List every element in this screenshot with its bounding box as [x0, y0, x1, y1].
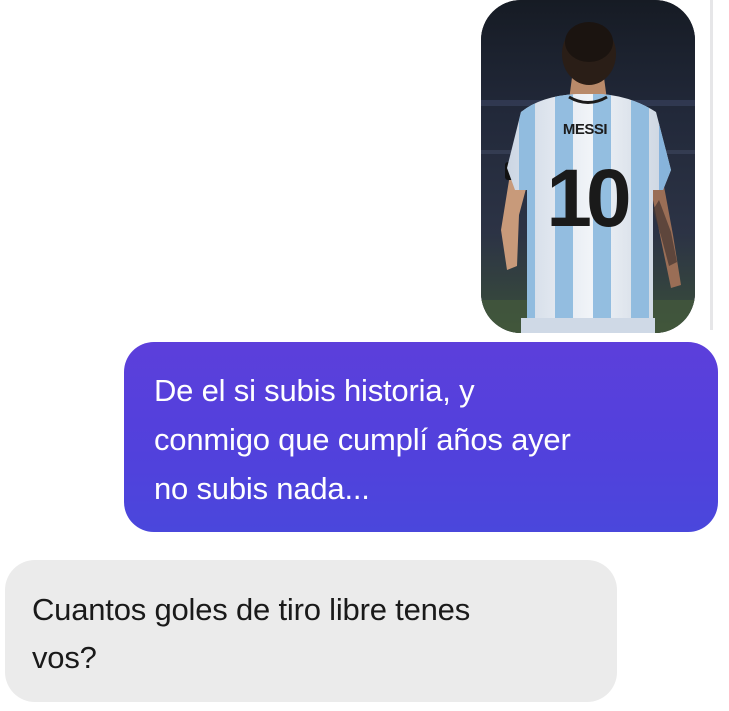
jersey-name: MESSI [563, 121, 608, 138]
sent-message-bubble[interactable]: De el si subis historia, y conmigo que c… [124, 342, 718, 532]
chat-thread: MESSI 10 De el si subis historia, y conm… [0, 0, 729, 711]
scrollbar-track[interactable] [710, 0, 713, 330]
jersey-number: 10 [546, 153, 629, 244]
received-message-text: Cuantos goles de tiro libre tenes vos? [32, 592, 470, 675]
player-photo: MESSI 10 [481, 0, 695, 333]
shared-photo-message[interactable]: MESSI 10 [481, 0, 695, 333]
sent-message-text: De el si subis historia, y conmigo que c… [154, 373, 571, 506]
received-message-bubble[interactable]: Cuantos goles de tiro libre tenes vos? [5, 560, 617, 702]
